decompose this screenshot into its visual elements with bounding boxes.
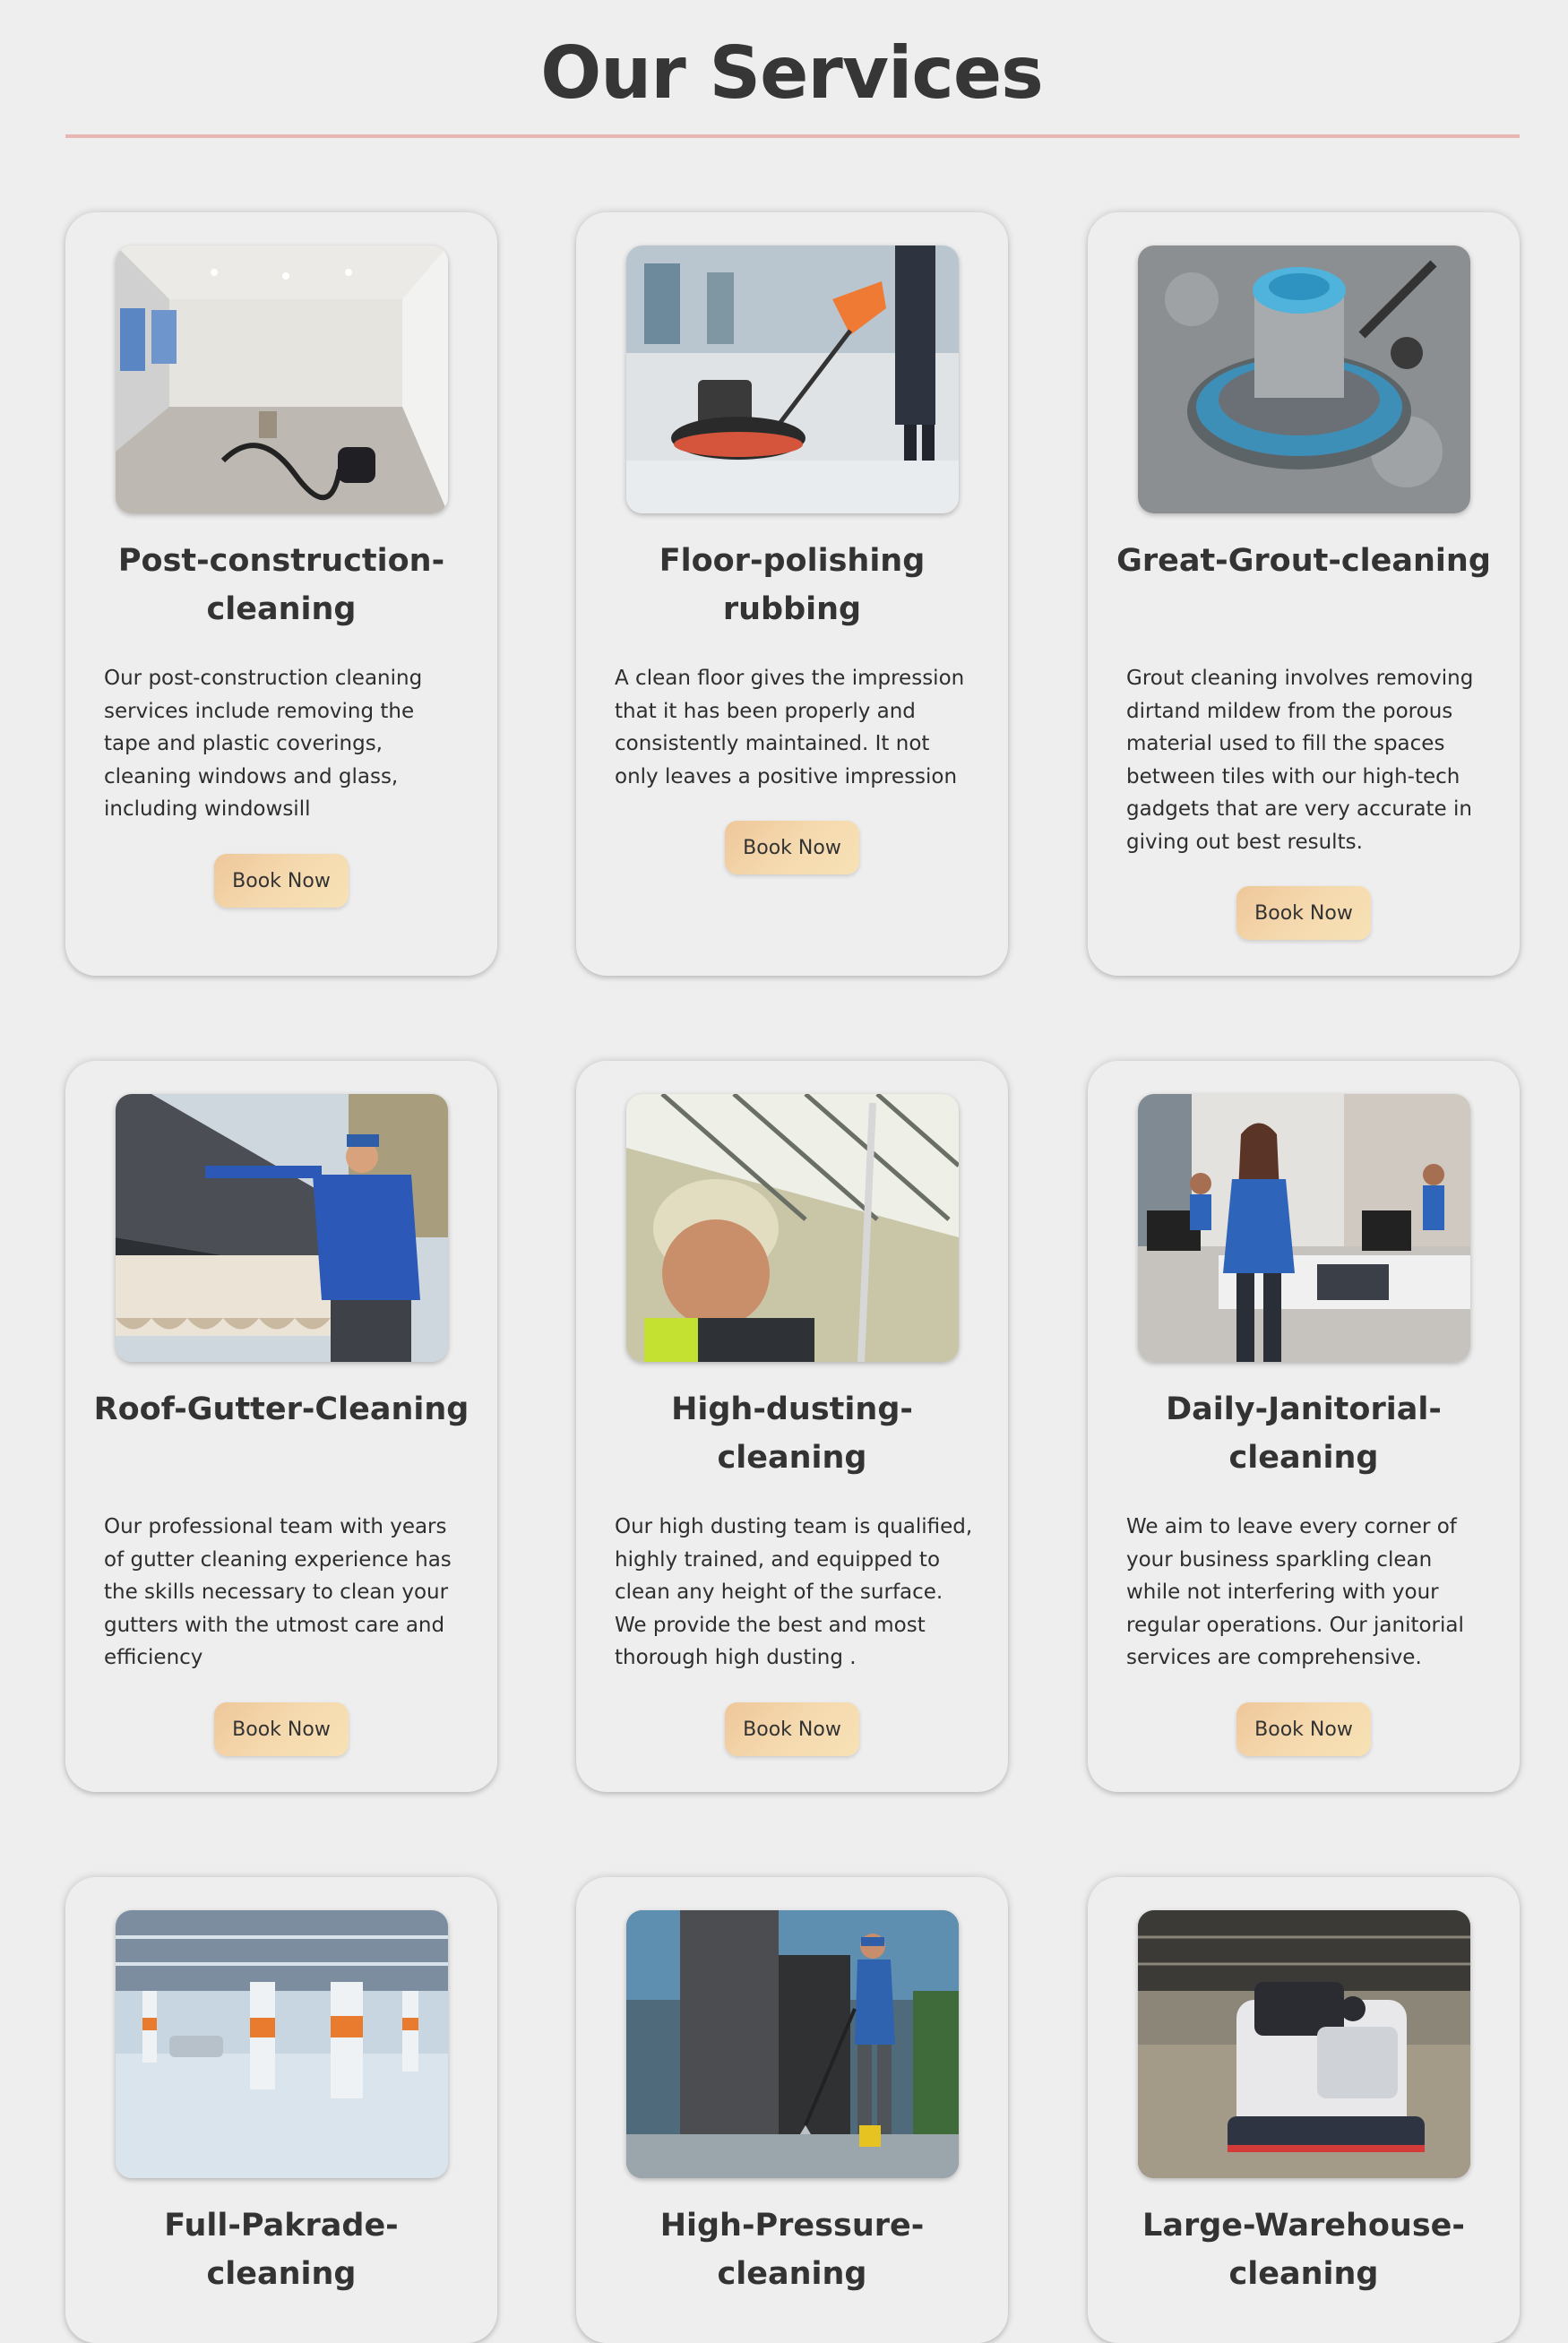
service-card: High-Pressure-cleaning — [576, 1877, 1008, 2343]
service-title: Roof-Gutter-Cleaning — [93, 1391, 470, 1427]
service-title: Floor-polishing rubbing — [659, 543, 926, 627]
grout-scrubber-photo — [1138, 245, 1470, 513]
service-description: A clean floor gives the impression that … — [615, 667, 965, 788]
pressure-washer-photo — [626, 1910, 959, 2178]
book-now-button[interactable]: Book Now — [725, 821, 859, 874]
service-card: Post-construction-cleaning Our post-cons… — [65, 212, 497, 976]
service-card: Floor-polishing rubbing A clean floor gi… — [576, 212, 1008, 976]
service-description: Our high dusting team is qualified, high… — [615, 1515, 973, 1669]
gutter-worker-photo — [116, 1094, 448, 1362]
title-divider — [65, 134, 1520, 138]
book-now-button[interactable]: Book Now — [1236, 886, 1371, 940]
service-card: Roof-Gutter-Cleaning Our professional te… — [65, 1061, 497, 1792]
service-title: Post-construction-cleaning — [117, 543, 445, 627]
high-dusting-worker-photo — [626, 1094, 959, 1362]
page-title: Our Services — [540, 31, 1043, 115]
book-now-button[interactable]: Book Now — [1236, 1702, 1371, 1756]
service-card: Full-Pakrade-cleaning — [65, 1877, 497, 2343]
parking-garage-photo — [116, 1910, 448, 2178]
service-title: High-Pressure-cleaning — [659, 2208, 925, 2292]
service-card: Large-Warehouse-cleaning — [1088, 1877, 1520, 2343]
book-now-button[interactable]: Book Now — [214, 1702, 349, 1756]
service-description: Our post-construction cleaning services … — [104, 667, 423, 821]
service-title: High-dusting-cleaning — [671, 1391, 913, 1476]
service-card: Daily-Janitorial-cleaning We aim to leav… — [1088, 1061, 1520, 1792]
warehouse-scrubber-photo — [1138, 1910, 1470, 2178]
service-description: Our professional team with years of gutt… — [104, 1515, 452, 1669]
office-cleaners-photo — [1138, 1094, 1470, 1362]
service-card: Great-Grout-cleaning Grout cleaning invo… — [1088, 212, 1520, 976]
service-description: Grout cleaning involves removing dirtand… — [1126, 667, 1474, 854]
service-title: Full-Pakrade-cleaning — [164, 2208, 399, 2292]
book-now-button[interactable]: Book Now — [214, 854, 349, 908]
service-card: High-dusting-cleaning Our high dusting t… — [576, 1061, 1008, 1792]
floor-polisher-photo — [626, 245, 959, 513]
service-title: Daily-Janitorial-cleaning — [1166, 1391, 1442, 1476]
service-description: We aim to leave every corner of your bus… — [1126, 1515, 1464, 1669]
book-now-button[interactable]: Book Now — [725, 1702, 859, 1756]
empty-room-vacuum-photo — [116, 245, 448, 513]
service-title: Great-Grout-cleaning — [1116, 543, 1491, 579]
service-title: Large-Warehouse-cleaning — [1142, 2208, 1465, 2292]
